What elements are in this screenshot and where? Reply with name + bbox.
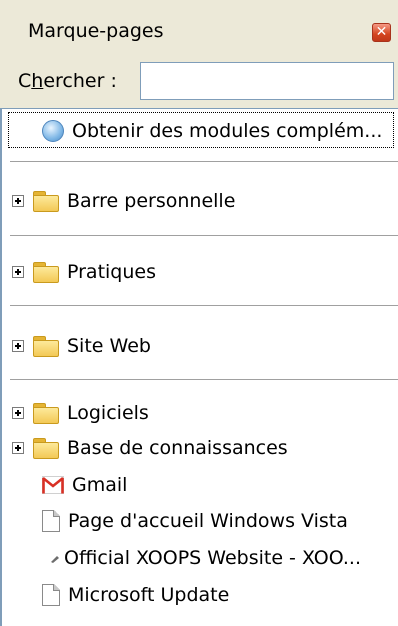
folder-icon [33, 335, 59, 357]
separator [10, 235, 398, 236]
close-icon: ✕ [375, 24, 388, 40]
bookmark-get-addons[interactable]: Obtenir des modules complém... [42, 114, 382, 148]
expand-icon[interactable] [12, 266, 24, 278]
page-icon [42, 510, 60, 532]
bookmark-gmail[interactable]: Gmail [42, 468, 127, 502]
search-input[interactable] [140, 62, 394, 100]
expand-icon[interactable] [12, 407, 24, 419]
bookmarks-tree[interactable]: Obtenir des modules complém... Barre per… [0, 108, 398, 626]
separator [10, 161, 398, 162]
addons-icon [42, 120, 64, 142]
bookmark-windows-vista[interactable]: Page d'accueil Windows Vista [42, 504, 348, 538]
small-favicon-icon [51, 556, 59, 563]
folder-logiciels[interactable]: Logiciels [2, 396, 149, 430]
expand-icon[interactable] [12, 195, 24, 207]
gmail-icon [42, 476, 64, 494]
folder-barre-personnelle[interactable]: Barre personnelle [2, 184, 235, 218]
bookmark-xoops[interactable]: Official XOOPS Website - XOO... [50, 541, 361, 575]
folder-icon [33, 402, 59, 424]
page-icon [42, 584, 60, 606]
close-button[interactable]: ✕ [372, 23, 391, 42]
search-label: Chercher : [18, 70, 117, 92]
folder-site-web[interactable]: Site Web [2, 329, 151, 363]
sidebar-header: Marque-pages ✕ [0, 0, 398, 64]
folder-base-de-connaissances[interactable]: Base de connaissances [2, 431, 288, 465]
folder-pratiques[interactable]: Pratiques [2, 255, 156, 289]
expand-icon[interactable] [12, 442, 24, 454]
sidebar-title: Marque-pages [28, 20, 164, 42]
separator [10, 379, 398, 380]
separator [10, 305, 398, 306]
expand-icon[interactable] [12, 340, 24, 352]
folder-icon [33, 190, 59, 212]
folder-icon [33, 437, 59, 459]
bookmark-microsoft-update[interactable]: Microsoft Update [42, 578, 229, 612]
folder-icon [33, 261, 59, 283]
